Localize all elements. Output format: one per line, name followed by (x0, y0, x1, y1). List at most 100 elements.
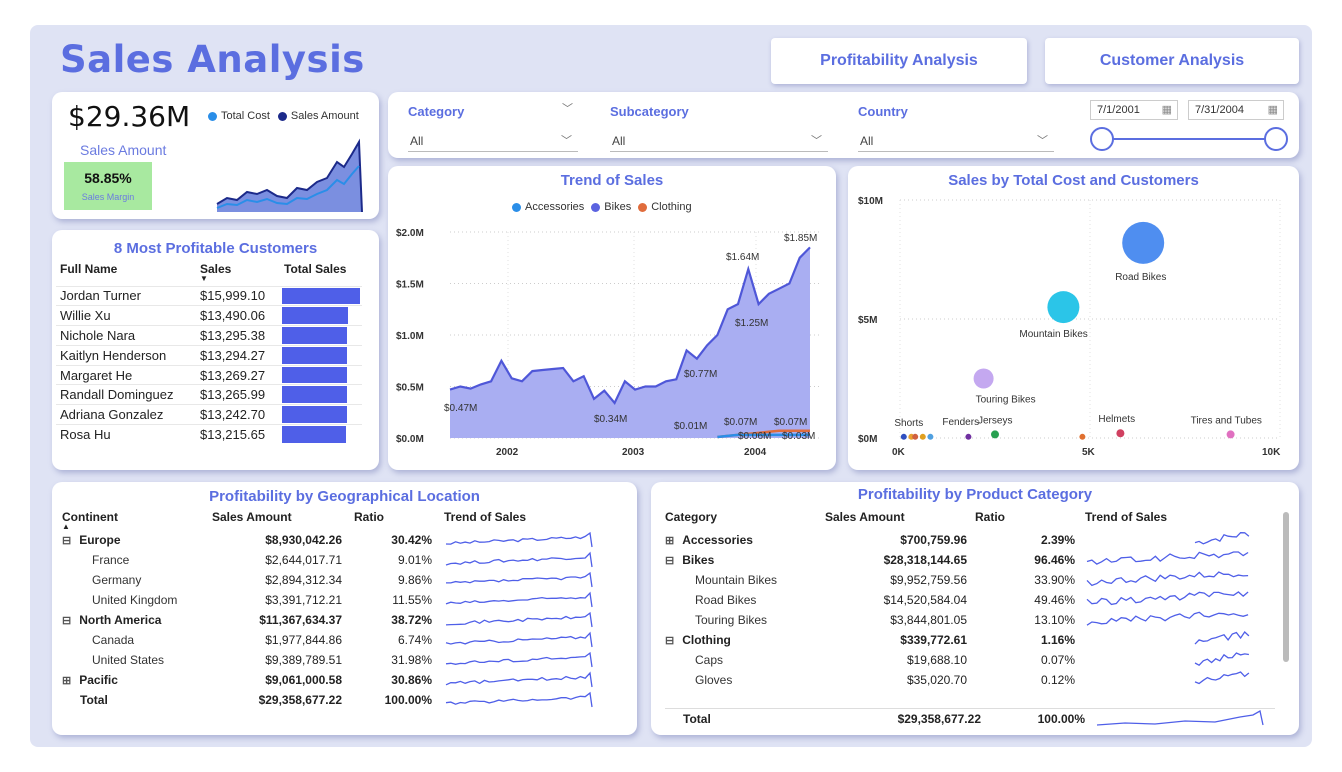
country-dropdown[interactable]: All ﹀ (858, 130, 1054, 152)
scatter-chart[interactable]: $0M $5M $10M 0K 5K 10K Road Bikes Mountain Bike… (848, 166, 1299, 470)
scatter-y-tick: $0M (858, 434, 877, 445)
chevron-down-icon: ﹀ (1037, 135, 1048, 147)
filter-bar: Category ﹀ All ﹀ Subcategory All ﹀ Country… (388, 92, 1299, 158)
expand-icon[interactable]: ⊟ (665, 555, 674, 567)
scatter-point[interactable] (1047, 291, 1080, 324)
geo-row[interactable]: Germany $2,894,312.34 9.86% (62, 570, 622, 590)
scatter-point[interactable] (991, 430, 999, 439)
customer-bar-cell (280, 305, 362, 326)
col-category[interactable]: Category (665, 506, 825, 530)
customer-row[interactable]: Kaitlyn Henderson $13,294.27 (56, 344, 362, 366)
scatter-point-label: Shorts (894, 418, 923, 429)
customer-name: Margaret He (56, 364, 196, 385)
geo-ratio: 30.86% (391, 673, 432, 687)
product-name: Accessories (682, 533, 753, 547)
expand-icon[interactable]: ⊟ (62, 535, 71, 547)
geo-trend-cell (444, 690, 622, 710)
customer-row[interactable]: Margaret He $13,269.27 (56, 364, 362, 385)
geo-row[interactable]: France $2,644,017.71 9.01% (62, 550, 622, 570)
product-row[interactable]: ⊟ Clothing $339,772.61 1.16% (665, 630, 1275, 650)
product-row[interactable]: ⊞ Accessories $700,759.96 2.39% (665, 530, 1275, 550)
product-row[interactable]: ⊟ Bikes $28,318,144.65 96.46% (665, 550, 1275, 570)
geo-row[interactable]: Canada $1,977,844.86 6.74% (62, 630, 622, 650)
col-product-trend[interactable]: Trend of Sales (1085, 506, 1275, 530)
scatter-point[interactable] (912, 433, 919, 440)
bikes-area (450, 247, 810, 438)
product-table: Category Sales Amount Ratio Trend of Sal… (665, 506, 1275, 690)
product-amount: $19,688.10 (906, 653, 967, 667)
customer-row[interactable]: Willie Xu $13,490.06 (56, 305, 362, 326)
customer-row[interactable]: Jordan Turner $15,999.10 (56, 285, 362, 306)
product-name-cell: Road Bikes (665, 590, 825, 610)
expand-icon[interactable]: ⊟ (62, 615, 71, 627)
geo-row[interactable]: ⊟ Europe $8,930,042.26 30.42% (62, 530, 622, 550)
geo-row[interactable]: United Kingdom $3,391,712.21 11.55% (62, 590, 622, 610)
date-slider-track[interactable] (1104, 138, 1272, 140)
col-continent[interactable]: Continent ▲ (62, 506, 212, 531)
customer-row[interactable]: Randall Dominguez $13,265.99 (56, 384, 362, 405)
start-date-input[interactable]: 7/1/2001 ▦ (1090, 100, 1178, 120)
col-full-name[interactable]: Full Name (56, 262, 196, 286)
scatter-point[interactable] (919, 433, 926, 440)
scatter-point[interactable] (1079, 433, 1086, 440)
scatter-point[interactable] (927, 433, 934, 440)
end-date-input[interactable]: 7/31/2004 ▦ (1188, 100, 1284, 120)
product-total-ratio: 100.00% (1037, 712, 1085, 726)
scatter-point[interactable] (965, 433, 972, 440)
col-sales[interactable]: Sales ▼ (196, 262, 280, 286)
product-table-scrollbar[interactable] (1283, 512, 1289, 662)
profitability-analysis-button[interactable]: Profitability Analysis (771, 38, 1027, 84)
col-total-sales[interactable]: Total Sales (280, 262, 362, 286)
geo-amount: $3,391,712.21 (265, 593, 342, 607)
scatter-point[interactable] (1116, 429, 1125, 438)
customer-row[interactable]: Nichole Nara $13,295.38 (56, 325, 362, 346)
product-row[interactable]: Road Bikes $14,520,584.04 49.46% (665, 590, 1275, 610)
scatter-point[interactable] (900, 433, 907, 440)
geo-row[interactable]: United States $9,389,789.51 31.98% (62, 650, 622, 670)
col-product-sales-amount[interactable]: Sales Amount (825, 506, 975, 530)
geo-row[interactable]: ⊞ Pacific $9,061,000.58 30.86% (62, 670, 622, 690)
product-trend-sparkline (1194, 532, 1250, 545)
product-row[interactable]: Touring Bikes $3,844,801.05 13.10% (665, 610, 1275, 630)
customer-row[interactable]: Adriana Gonzalez $13,242.70 (56, 404, 362, 425)
start-date-value: 7/1/2001 (1097, 104, 1140, 116)
kpi-legend: Total Cost Sales Amount (208, 110, 359, 122)
customer-row[interactable]: Rosa Hu $13,215.65 (56, 424, 362, 445)
customer-sales: $13,265.99 (196, 384, 280, 405)
customer-analysis-button[interactable]: Customer Analysis (1045, 38, 1299, 84)
date-slider-end-handle[interactable] (1264, 127, 1288, 151)
scatter-point[interactable] (1226, 430, 1235, 439)
expand-icon[interactable]: ⊟ (665, 635, 674, 647)
scatter-point[interactable] (973, 368, 994, 389)
category-collapse-icon[interactable]: ﹀ (562, 100, 573, 116)
geo-row[interactable]: Total $29,358,677.22 100.00% (62, 690, 622, 710)
product-ratio: 96.46% (1034, 553, 1075, 567)
col-ratio[interactable]: Ratio (354, 506, 444, 530)
trend-chart[interactable]: $0.0M $0.5M $1.0M $1.5M $2.0M 2002 2003 2004 $1.… (388, 166, 836, 470)
col-trend[interactable]: Trend of Sales (444, 506, 622, 530)
product-row[interactable]: Caps $19,688.10 0.07% (665, 650, 1275, 670)
customer-sales-bar (282, 307, 348, 325)
customer-bar-cell (280, 344, 362, 366)
subcategory-dropdown[interactable]: All ﹀ (610, 130, 828, 152)
calendar-icon: ▦ (1161, 104, 1172, 116)
expand-icon[interactable]: ⊞ (665, 535, 674, 547)
category-dropdown[interactable]: All ﹀ (408, 130, 578, 152)
trend-y-tick: $0.5M (396, 383, 424, 394)
product-row[interactable]: Mountain Bikes $9,952,759.56 33.90% (665, 570, 1275, 590)
col-sales-amount[interactable]: Sales Amount (212, 506, 354, 530)
product-row[interactable]: Gloves $35,020.70 0.12% (665, 670, 1275, 690)
scatter-point[interactable] (1122, 221, 1165, 264)
trend-y-tick: $2.0M (396, 228, 424, 239)
customer-name: Kaitlyn Henderson (56, 344, 196, 366)
expand-icon[interactable]: ⊞ (62, 675, 71, 687)
customer-sales-bar (282, 406, 347, 424)
customer-sales: $13,215.65 (196, 424, 280, 445)
customer-bar-cell (280, 404, 362, 425)
geo-row[interactable]: ⊟ North America $11,367,634.37 38.72% (62, 610, 622, 630)
date-slider-start-handle[interactable] (1090, 127, 1114, 151)
geo-name-cell: ⊟ North America (62, 610, 212, 630)
trend-data-label: $1.25M (735, 318, 768, 329)
scatter-y-tick: $5M (858, 315, 877, 326)
col-product-ratio[interactable]: Ratio (975, 506, 1085, 530)
